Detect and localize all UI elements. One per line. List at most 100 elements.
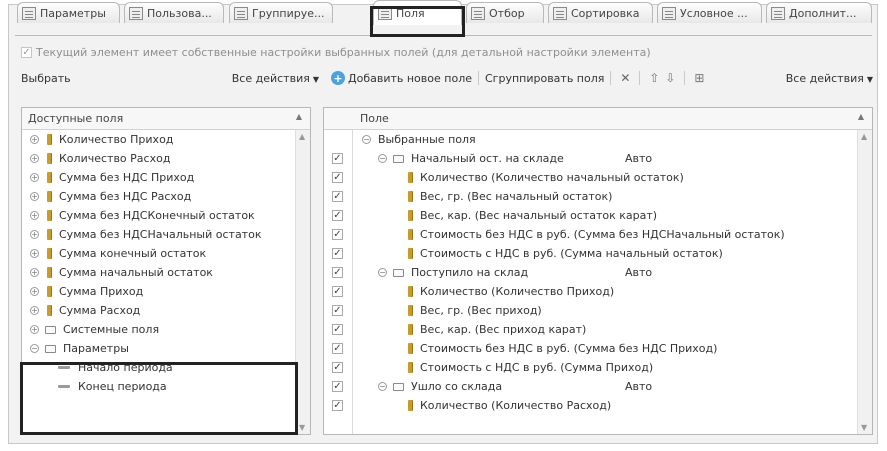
use-checkbox[interactable]: ✓ [332, 172, 343, 183]
tab-label: Пользова... [147, 6, 212, 20]
field-icon [408, 210, 412, 221]
selected-field-row[interactable]: ✓ Стоимость с НДС в руб. (Сумма начальный… [324, 244, 857, 263]
selected-field-label: Количество (Количество Расход) [420, 399, 612, 412]
right-toolbar: + Добавить новое поле Сгруппировать поля… [331, 68, 873, 88]
selected-field-row[interactable]: ✓ Вес, гр. (Вес начальный остаток) [324, 187, 857, 206]
available-field-item[interactable]: Начало периода [22, 358, 295, 377]
tab-filter[interactable]: Отбор [466, 2, 544, 23]
available-fields-list: + Количество Приход + Количество Расход + Сум… [22, 130, 295, 396]
use-checkbox[interactable]: ✓ [332, 400, 343, 411]
available-field-label: Начало периода [78, 361, 173, 374]
selected-field-row[interactable]: − Выбранные поля [324, 130, 857, 149]
select-button[interactable]: Выбрать [21, 72, 71, 85]
use-checkbox[interactable]: ✓ [332, 248, 343, 259]
available-field-item[interactable]: + Сумма Приход [22, 282, 295, 301]
field-cell: − Поступило на склад [378, 266, 528, 279]
use-checkbox[interactable]: ✓ [332, 343, 343, 354]
available-field-item[interactable]: + Сумма без НДС Приход [22, 168, 295, 187]
expand-icon[interactable]: + [30, 306, 39, 315]
available-field-item[interactable]: + Сумма начальный остаток [22, 263, 295, 282]
field-cell: Вес, гр. (Вес начальный остаток) [408, 190, 612, 203]
available-field-item[interactable]: + Сумма Расход [22, 301, 295, 320]
grouping-type-value[interactable]: Авто [625, 266, 652, 279]
available-field-item[interactable]: + Сумма конечный остаток [22, 244, 295, 263]
use-checkbox[interactable]: ✓ [332, 191, 343, 202]
selected-field-row[interactable]: ✓ Стоимость без НДС в руб. (Сумма без НДС… [324, 339, 857, 358]
right-all-actions-menu[interactable]: Все действия ▼ [786, 72, 873, 85]
field-cell: Вес, гр. (Вес приход) [408, 304, 542, 317]
scroll-down-icon: ▼ [299, 423, 306, 432]
tab-user-fields[interactable]: Пользова... [124, 2, 224, 23]
expand-icon[interactable]: + [30, 268, 39, 277]
selected-field-row[interactable]: ✓ − Ушло со склада Авто [324, 377, 857, 396]
selected-field-label: Стоимость без НДС в руб. (Сумма без НДС … [420, 342, 718, 355]
delete-icon[interactable]: ✕ [617, 70, 633, 86]
field-icon [408, 400, 412, 411]
expand-icon[interactable]: + [30, 154, 39, 163]
tab-additional[interactable]: Дополнит... [766, 2, 872, 23]
collapse-icon[interactable]: − [378, 382, 387, 391]
own-settings-checkbox[interactable]: ✓ Текущий элемент имеет собственные наст… [21, 46, 651, 59]
expand-icon[interactable]: + [30, 325, 39, 334]
selected-field-row[interactable]: ✓ Количество (Количество Приход) [324, 282, 857, 301]
use-checkbox[interactable]: ✓ [332, 362, 343, 373]
move-up-icon[interactable]: ⇧ [646, 70, 662, 86]
left-all-actions-menu[interactable]: Все действия ▼ [232, 72, 319, 85]
selected-field-row[interactable]: ✓ − Поступило на склад Авто [324, 263, 857, 282]
field-icon [47, 267, 51, 278]
selected-field-row[interactable]: ✓ Стоимость без НДС в руб. (Сумма без НДС… [324, 225, 857, 244]
available-fields-header[interactable]: Доступные поля ▲ [22, 108, 310, 130]
selected-fields-header[interactable]: Поле ▲ [324, 108, 872, 130]
tab-sorting[interactable]: Сортировка [548, 2, 653, 23]
grouping-type-value[interactable]: Авто [625, 152, 652, 165]
expand-icon[interactable]: + [30, 135, 39, 144]
grouping-type-value[interactable]: Авто [625, 380, 652, 393]
available-field-item[interactable]: − Параметры [22, 339, 295, 358]
available-field-item[interactable]: + Сумма без НДС Расход [22, 187, 295, 206]
field-icon [408, 324, 412, 335]
field-settings-icon[interactable]: ⊞ [691, 70, 707, 86]
expand-icon[interactable]: + [30, 287, 39, 296]
available-field-label: Сумма без НДСКонечный остаток [59, 209, 255, 222]
selected-field-row[interactable]: ✓ Вес, кар. (Вес начальный остаток карат) [324, 206, 857, 225]
available-field-item[interactable]: + Количество Приход [22, 130, 295, 149]
available-field-item[interactable]: + Сумма без НДСНачальный остаток [22, 225, 295, 244]
available-field-item[interactable]: + Количество Расход [22, 149, 295, 168]
use-checkbox[interactable]: ✓ [332, 267, 343, 278]
use-checkbox[interactable]: ✓ [332, 324, 343, 335]
tab-conditional-format[interactable]: Условное ... [657, 2, 762, 23]
move-down-icon[interactable]: ⇩ [662, 70, 678, 86]
tab-fields[interactable]: Поля [373, 0, 462, 25]
tab-parameters[interactable]: Параметры [17, 2, 120, 23]
collapse-icon[interactable]: − [30, 344, 39, 353]
collapse-icon[interactable]: − [378, 268, 387, 277]
add-field-button[interactable]: + Добавить новое поле [331, 71, 472, 85]
collapse-icon[interactable]: − [378, 154, 387, 163]
use-checkbox[interactable]: ✓ [332, 305, 343, 316]
selected-field-row[interactable]: ✓ Количество (Количество начальный остато… [324, 168, 857, 187]
expand-icon[interactable]: + [30, 173, 39, 182]
expand-icon[interactable]: + [30, 211, 39, 220]
selected-field-row[interactable]: ✓ − Начальный ост. на складе Авто [324, 149, 857, 168]
available-field-item[interactable]: + Системные поля [22, 320, 295, 339]
expand-icon[interactable]: + [30, 249, 39, 258]
use-checkbox[interactable]: ✓ [332, 229, 343, 240]
tab-groupings[interactable]: Группируе... [229, 2, 333, 23]
selected-field-row[interactable]: ✓ Стоимость с НДС в руб. (Сумма Приход) [324, 358, 857, 377]
available-field-item[interactable]: + Сумма без НДСКонечный остаток [22, 206, 295, 225]
right-scrollbar[interactable]: ▲ ▼ [857, 130, 872, 434]
selected-field-row[interactable]: ✓ Количество (Количество Расход) [324, 396, 857, 415]
scroll-up-icon: ▲ [861, 132, 868, 141]
expand-icon[interactable]: + [30, 230, 39, 239]
group-fields-button[interactable]: Сгруппировать поля [485, 72, 604, 85]
use-checkbox[interactable]: ✓ [332, 210, 343, 221]
selected-field-row[interactable]: ✓ Вес, гр. (Вес приход) [324, 301, 857, 320]
collapse-icon[interactable]: − [362, 135, 371, 144]
use-checkbox[interactable]: ✓ [332, 381, 343, 392]
available-field-item[interactable]: Конец периода [22, 377, 295, 396]
selected-field-row[interactable]: ✓ Вес, кар. (Вес приход карат) [324, 320, 857, 339]
use-checkbox[interactable]: ✓ [332, 153, 343, 164]
expand-icon[interactable]: + [30, 192, 39, 201]
use-checkbox[interactable]: ✓ [332, 286, 343, 297]
left-scrollbar[interactable]: ▲ ▼ [295, 130, 310, 434]
